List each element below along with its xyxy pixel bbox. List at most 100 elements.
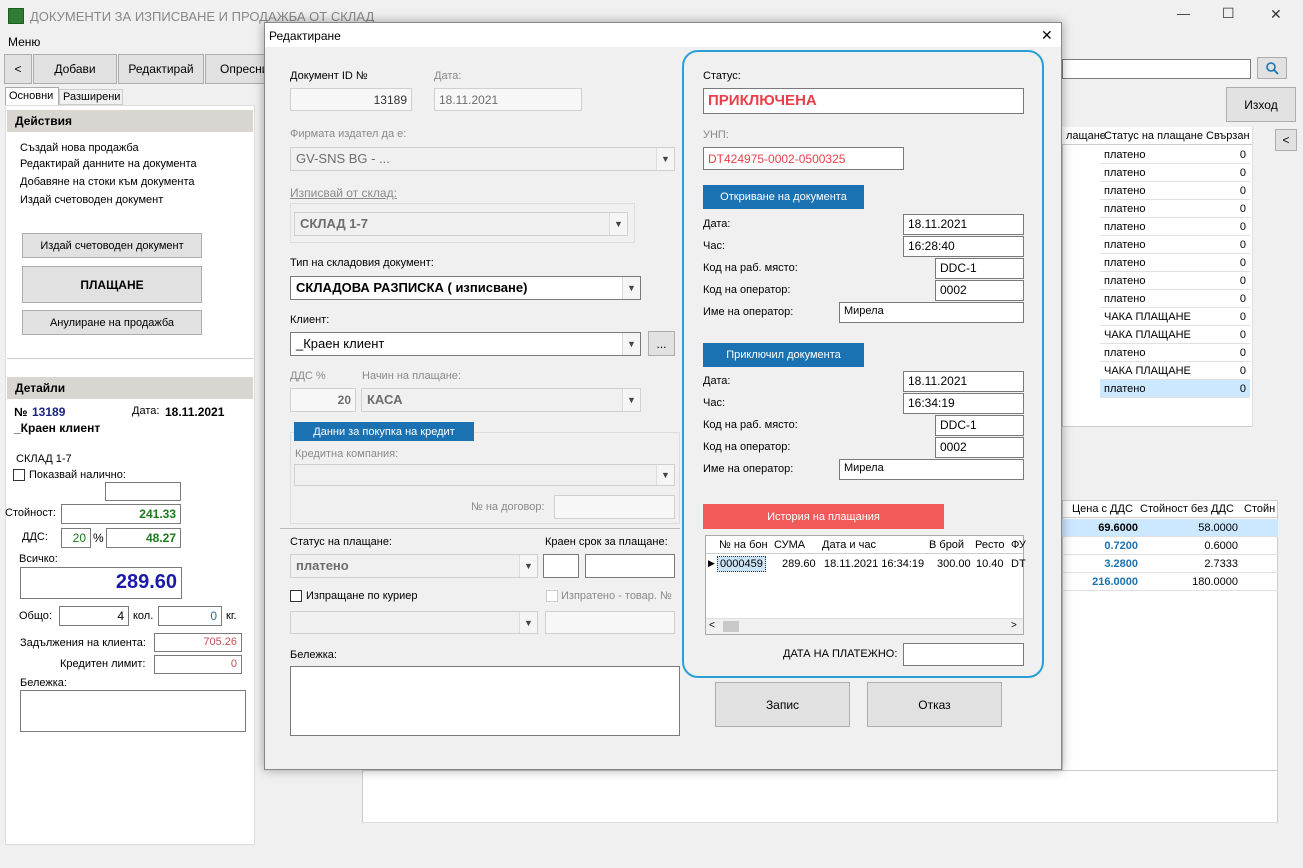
dialog-close-icon[interactable]: ✕	[1041, 27, 1053, 44]
doc-type-select[interactable]: СКЛАДОВА РАЗПИСКА ( изписване) ▼	[290, 276, 641, 300]
close-name-label: Име на оператор:	[703, 463, 794, 475]
pay-method-label: Начин на плащане:	[362, 370, 461, 382]
client-select[interactable]: _Краен клиент ▼	[290, 332, 641, 356]
status-cell: платено	[1104, 203, 1146, 215]
table-row[interactable]: платено 0	[1100, 164, 1250, 182]
table-row[interactable]: 69.6000 58.0000	[1062, 519, 1278, 537]
maximize-icon[interactable]: ☐	[1222, 5, 1235, 22]
issue-doc-button[interactable]: Издай счетоводен документ	[22, 233, 202, 258]
deadline-date-field[interactable]	[585, 554, 675, 578]
dialog-titlebar	[265, 23, 1061, 47]
table-row[interactable]: платено 0	[1100, 236, 1250, 254]
chevron-down-icon: ▼	[622, 389, 640, 411]
cancel-button[interactable]: Отказ	[867, 682, 1002, 727]
table-row[interactable]: платено 0	[1100, 254, 1250, 272]
row-pointer-icon: ▶	[708, 558, 715, 568]
table-row[interactable]: платено 0	[1100, 182, 1250, 200]
side-toggle-button[interactable]: <	[1275, 129, 1297, 151]
status-cell: платено	[1104, 221, 1146, 233]
pay-button[interactable]: ПЛАЩАНЕ	[22, 266, 202, 303]
action-issue-doc[interactable]: Издай счетоводен документ	[20, 194, 163, 206]
save-button[interactable]: Запис	[715, 682, 850, 727]
price-cell: 216.0000	[1092, 576, 1138, 588]
note-field[interactable]	[20, 690, 246, 732]
value-cell: 58.0000	[1198, 522, 1238, 534]
general-label: Общо:	[19, 610, 52, 622]
status-cell: платено	[1104, 167, 1146, 179]
warehouse-name: СКЛАД 1-7	[16, 453, 72, 465]
header-col-linked: Свързан	[1206, 130, 1250, 142]
history-scrollbar[interactable]: < >	[706, 618, 1023, 634]
add-button[interactable]: Добави	[33, 54, 117, 84]
edit-button[interactable]: Редактирай	[118, 54, 204, 84]
scroll-thumb[interactable]	[723, 621, 739, 632]
items-col-value: Стойност без ДДС	[1140, 503, 1234, 515]
tab-basic[interactable]: Основни	[5, 87, 59, 105]
action-add-goods[interactable]: Добавяне на стоки към документа	[20, 176, 195, 188]
doc-id-label: Документ ID №	[290, 70, 368, 82]
chevron-down-icon: ▼	[656, 465, 674, 485]
tab-extended[interactable]: Разширени	[59, 89, 123, 105]
table-row[interactable]: 0.7200 0.6000	[1062, 537, 1278, 555]
open-time-label: Час:	[703, 240, 726, 252]
table-row[interactable]: платено 0	[1100, 200, 1250, 218]
table-row[interactable]: ЧАКА ПЛАЩАНЕ 0	[1100, 326, 1250, 344]
note-field[interactable]	[290, 666, 680, 736]
search-input[interactable]	[1062, 59, 1251, 79]
action-edit-doc[interactable]: Редактирай данните на документа	[20, 158, 197, 170]
minimize-icon[interactable]: —	[1177, 6, 1190, 21]
table-row[interactable]: ▶ 0000459 289.60 18.11.2021 16:34:19 300…	[706, 555, 1026, 573]
company-label: Фирмата издател да е:	[290, 128, 407, 140]
value-cell: 180.0000	[1192, 576, 1238, 588]
open-ws-field: DDC-1	[935, 258, 1024, 279]
unp-label: УНП:	[703, 129, 729, 141]
pay-doc-date-field[interactable]	[903, 643, 1024, 666]
kg-unit: кг.	[226, 610, 237, 622]
history-button[interactable]: История на плащания	[703, 504, 944, 529]
search-button[interactable]	[1257, 57, 1287, 79]
close-icon[interactable]: ✕	[1270, 6, 1282, 23]
exit-button[interactable]: Изход	[1226, 87, 1296, 122]
horizontal-scrollbar[interactable]	[362, 822, 1278, 838]
value-cell: 0.6000	[1204, 540, 1238, 552]
action-new-sale[interactable]: Създай нова продажба	[20, 142, 139, 154]
header-col-payment: лащане	[1066, 130, 1106, 142]
refresh-button[interactable]: Опресни	[205, 54, 269, 84]
show-available-label: Показвай налично:	[29, 469, 126, 481]
status-cell: платено	[1104, 257, 1146, 269]
opening-button[interactable]: Откриване на документа	[703, 185, 864, 209]
table-row[interactable]: платено 0	[1100, 290, 1250, 308]
credit-data-button[interactable]: Данни за покупка на кредит	[294, 422, 474, 441]
client-browse-button[interactable]: ...	[648, 331, 675, 356]
table-row[interactable]: 216.0000 180.0000	[1062, 573, 1278, 591]
closed-button[interactable]: Приключил документа	[703, 343, 864, 367]
table-row[interactable]: ЧАКА ПЛАЩАНЕ 0	[1100, 308, 1250, 326]
table-row[interactable]: ЧАКА ПЛАЩАНЕ 0	[1100, 362, 1250, 380]
close-op-field: 0002	[935, 437, 1024, 458]
history-datetime: 18.11.2021 16:34:19	[824, 558, 925, 570]
table-row[interactable]: 3.2800 2.7333	[1062, 555, 1278, 573]
table-row[interactable]: платено 0	[1100, 380, 1250, 398]
scroll-left-icon[interactable]: <	[709, 620, 715, 631]
courier-checkbox[interactable]	[290, 590, 302, 602]
divider	[280, 528, 680, 529]
vertical-scrollbar[interactable]	[1278, 500, 1294, 820]
show-available-checkbox[interactable]	[13, 469, 25, 481]
grid-scrollbar[interactable]	[1252, 127, 1270, 427]
table-row[interactable]: платено 0	[1100, 344, 1250, 362]
menu-item[interactable]: Меню	[8, 35, 40, 49]
cancel-sale-button[interactable]: Анулиране на продажба	[22, 310, 202, 335]
company-select: GV-SNS BG - ... ▼	[290, 147, 675, 171]
table-row[interactable]: платено 0	[1100, 272, 1250, 290]
open-date-field: 18.11.2021	[903, 214, 1024, 235]
client-label: Клиент:	[290, 314, 330, 326]
deadline-days-field[interactable]	[543, 554, 579, 578]
back-button[interactable]: <	[4, 54, 32, 84]
table-row[interactable]: платено 0	[1100, 146, 1250, 164]
qty-field: 4	[59, 606, 129, 626]
scroll-right-icon[interactable]: >	[1011, 620, 1017, 631]
table-row[interactable]: платено 0	[1100, 218, 1250, 236]
warehouse-select: СКЛАД 1-7 ▼	[294, 212, 628, 236]
doc-prefix: №	[14, 405, 28, 419]
contract-field	[554, 495, 675, 519]
